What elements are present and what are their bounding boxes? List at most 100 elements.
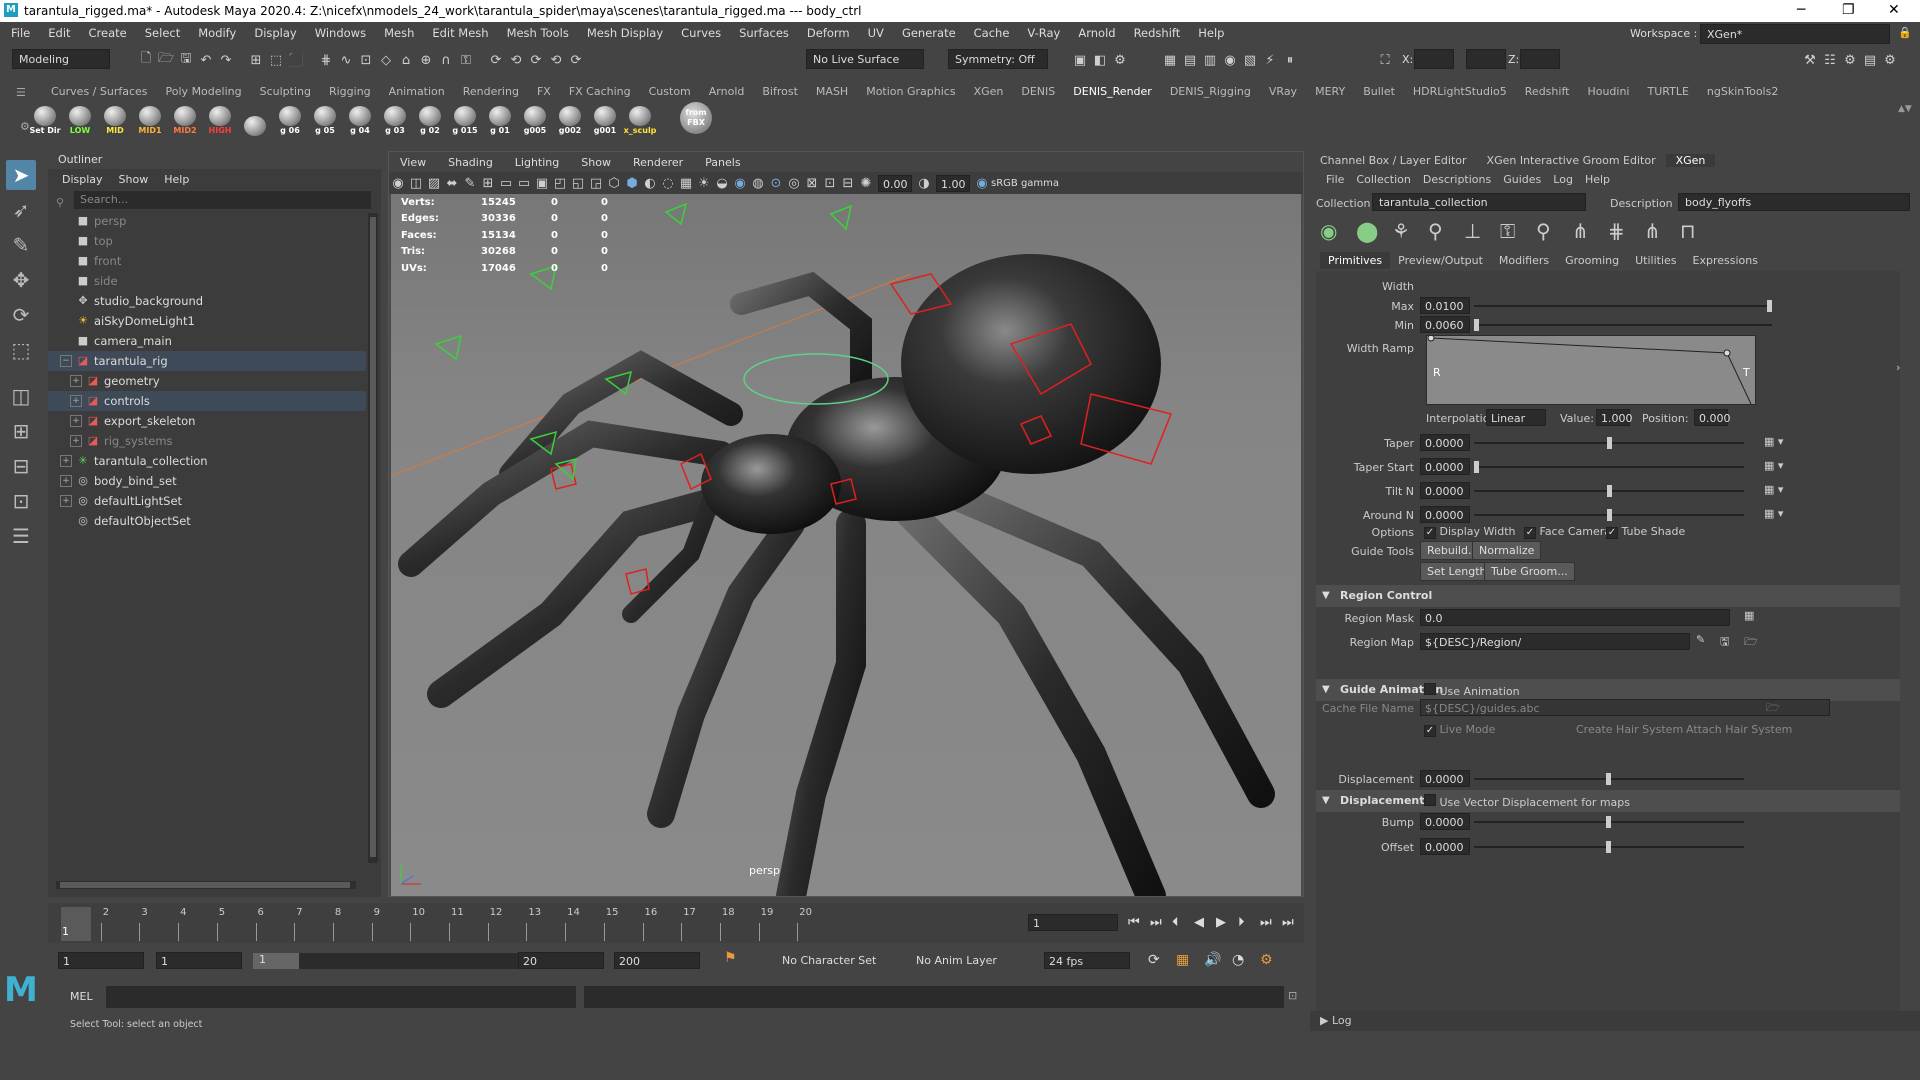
ramp-position-field[interactable]: 0.000 xyxy=(1694,409,1731,426)
gamma-field[interactable]: 1.00 xyxy=(936,174,970,192)
shelf-button[interactable]: MID1 xyxy=(133,100,167,136)
menu-deform[interactable]: Deform xyxy=(798,22,859,44)
tab-xgen[interactable]: XGen xyxy=(1665,153,1716,167)
shelf-tab-animation[interactable]: Animation xyxy=(380,84,454,100)
wireframe-icon[interactable]: ⬡ xyxy=(605,173,623,193)
magnet-icon[interactable]: ∩ xyxy=(436,50,456,70)
outliner-item[interactable]: + ◪ geometry xyxy=(48,371,366,391)
sound-icon[interactable]: 🔊 xyxy=(1204,952,1232,968)
anim-start-field[interactable]: 1 xyxy=(58,952,144,969)
menu-select[interactable]: Select xyxy=(136,22,189,44)
tab-channel-box[interactable]: Channel Box / Layer Editor xyxy=(1310,154,1477,167)
shelf-tab-xgen[interactable]: XGen xyxy=(965,84,1013,100)
script-editor-icon[interactable]: ⊡ xyxy=(1288,989,1297,1002)
shelf-tab-denis-render[interactable]: DENIS_Render xyxy=(1064,84,1161,100)
description-dropdown[interactable]: body_flyoffs xyxy=(1678,193,1910,211)
snap-plane-icon[interactable]: ◇ xyxy=(376,50,396,70)
displacement-slider[interactable] xyxy=(1474,773,1744,785)
layout-single-icon[interactable]: ◫ xyxy=(6,381,36,411)
max-slider[interactable] xyxy=(1474,300,1772,312)
z-field[interactable] xyxy=(1520,49,1560,69)
image-plane-icon[interactable]: ▨ xyxy=(425,173,443,193)
property-field[interactable]: 0.0000 xyxy=(1420,482,1470,499)
snap-curve-icon[interactable]: ∿ xyxy=(336,50,356,70)
shelf-tab-vray[interactable]: VRay xyxy=(1260,84,1306,100)
outliner-menu-show[interactable]: Show xyxy=(111,173,157,186)
menu-help[interactable]: Help xyxy=(1189,22,1233,44)
menu-mesh-display[interactable]: Mesh Display xyxy=(578,22,672,44)
anim-prefs-icon[interactable]: ⚙ xyxy=(1260,952,1288,968)
2d-pan-icon[interactable]: ⬌ xyxy=(443,173,461,193)
maximize-icon[interactable]: ❐ xyxy=(1842,2,1855,18)
shelf-tab-bullet[interactable]: Bullet xyxy=(1354,84,1404,100)
render-settings-icon[interactable]: ⚙ xyxy=(1110,50,1130,70)
expand-toggle-icon[interactable]: + xyxy=(60,495,72,507)
offset-field[interactable]: 0.0000 xyxy=(1420,838,1470,855)
shelf-button[interactable]: g005 xyxy=(518,100,552,136)
live-surface-field[interactable]: No Live Surface xyxy=(806,49,924,69)
snap-grid-icon[interactable]: ⋕ xyxy=(316,50,336,70)
create-description-icon[interactable]: ⬤ xyxy=(1356,219,1392,243)
shelf-button[interactable]: MID2 xyxy=(168,100,202,136)
shelf-button[interactable]: Set Dir xyxy=(28,100,62,136)
layout-four-icon[interactable]: ⊞ xyxy=(6,416,36,446)
outliner-item[interactable]: ◎ defaultObjectSet xyxy=(48,511,366,531)
menu-v-ray[interactable]: V-Ray xyxy=(1018,22,1069,44)
bump-slider-knob[interactable] xyxy=(1606,816,1611,828)
attribute-editor-icon[interactable]: ☷ xyxy=(1820,50,1840,70)
outliner-item[interactable]: + ◪ export_skeleton xyxy=(48,411,366,431)
subtab-grooming[interactable]: Grooming xyxy=(1557,252,1627,269)
new-scene-icon[interactable]: 🗋 xyxy=(136,50,156,70)
menu-curves[interactable]: Curves xyxy=(672,22,730,44)
minimize-icon[interactable]: ─ xyxy=(1797,2,1805,18)
menu-surfaces[interactable]: Surfaces xyxy=(730,22,798,44)
menu-edit[interactable]: Edit xyxy=(39,22,79,44)
min-slider[interactable] xyxy=(1474,319,1772,331)
xray-icon[interactable]: ◌ xyxy=(659,173,677,193)
guide-animation-section[interactable]: Guide Animation xyxy=(1316,679,1900,701)
arnold-ipr-icon[interactable]: ▧ xyxy=(1240,50,1260,70)
shelf-tab-ngskintools2[interactable]: ngSkinTools2 xyxy=(1698,84,1787,100)
redo-icon[interactable]: ↷ xyxy=(216,50,236,70)
xgen-menu-file[interactable]: File xyxy=(1320,173,1350,186)
shelf-tab-mash[interactable]: MASH xyxy=(807,84,857,100)
outliner-item[interactable]: ■ top xyxy=(48,231,366,251)
render-current-icon[interactable]: ▦ xyxy=(1160,50,1180,70)
tube-groom-button[interactable]: Tube Groom... xyxy=(1484,562,1575,581)
min-slider-knob[interactable] xyxy=(1474,319,1479,331)
shelf-button[interactable]: g 04 xyxy=(343,100,377,136)
min-field[interactable]: 0.0060 xyxy=(1420,316,1470,333)
cache-playback-icon[interactable]: ◔ xyxy=(1232,952,1260,968)
view-transform-label[interactable]: sRGB gamma xyxy=(991,178,1059,189)
y-field[interactable] xyxy=(1466,49,1506,69)
xgen-menu-log[interactable]: Log xyxy=(1547,173,1579,186)
vp-menu-shading[interactable]: Shading xyxy=(437,156,504,169)
loop-icon[interactable]: ⟳ xyxy=(1148,952,1176,968)
shelf-tab-denis[interactable]: DENIS xyxy=(1012,84,1064,100)
current-frame-field[interactable]: 1 xyxy=(1028,914,1118,931)
anim-layer-dropdown[interactable]: No Anim Layer xyxy=(916,954,997,967)
subtab-modifiers[interactable]: Modifiers xyxy=(1491,252,1557,269)
create-hair-system-button[interactable]: Create Hair System xyxy=(1576,723,1683,736)
property-slider[interactable] xyxy=(1474,461,1744,473)
step-forward-frame-icon[interactable]: ⏵ xyxy=(1238,915,1260,930)
outliner-scrollbar[interactable] xyxy=(368,213,378,863)
field-chart-icon[interactable]: ◰ xyxy=(551,173,569,193)
play-forward-icon[interactable]: ▶ xyxy=(1216,915,1238,930)
tube-shade-checkbox[interactable]: ✓ Tube Shade xyxy=(1606,525,1685,539)
input-ops-icon[interactable]: ⚿ xyxy=(456,50,476,70)
keyable-icon[interactable]: ▦ ▾ xyxy=(1764,507,1783,520)
outliner-item[interactable]: ☀ aiSkyDomeLight1 xyxy=(48,311,366,331)
bump-slider[interactable] xyxy=(1474,816,1744,828)
tool-settings-icon[interactable]: ⚙ xyxy=(1840,50,1860,70)
exposure-icon[interactable]: ✺ xyxy=(857,173,875,193)
region-map-field[interactable]: ${DESC}/Region/ xyxy=(1420,633,1690,650)
menu-uv[interactable]: UV xyxy=(859,22,893,44)
anim-end-field[interactable]: 200 xyxy=(614,952,700,969)
outliner-item[interactable]: ■ front xyxy=(48,251,366,271)
shelf-tab-rigging[interactable]: Rigging xyxy=(320,84,380,100)
select-guide-icon[interactable]: ⚲ xyxy=(1428,219,1464,243)
shelf-button[interactable]: g 05 xyxy=(308,100,342,136)
menu-mesh-tools[interactable]: Mesh Tools xyxy=(498,22,578,44)
use-vector-disp-checkbox[interactable]: Use Vector Displacement for maps xyxy=(1424,794,1630,809)
